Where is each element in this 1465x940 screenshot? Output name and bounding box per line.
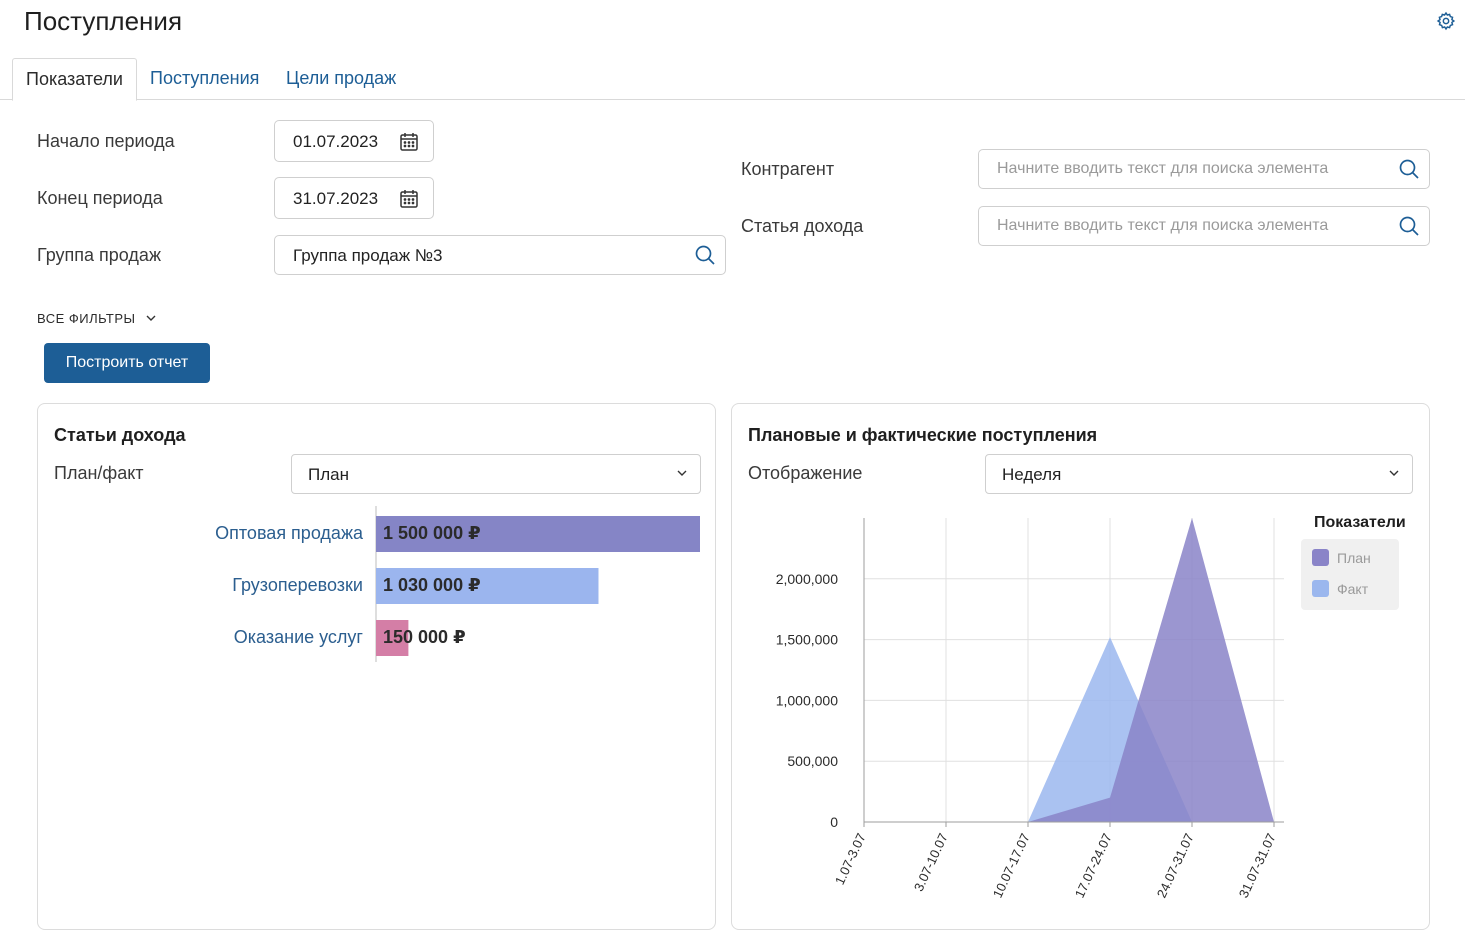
period-end-label: Конец периода — [37, 188, 163, 208]
page-title: Поступления — [24, 6, 183, 36]
x-tick-label: 17.07-24.07 — [1072, 831, 1115, 900]
all-filters-toggle[interactable]: ВСЕ ФИЛЬТРЫ — [37, 311, 156, 326]
bar-category-label: Оказание услуг — [234, 627, 364, 647]
search-icon[interactable] — [693, 243, 717, 267]
gear-icon[interactable] — [1436, 11, 1456, 31]
plan-fact-value: План — [308, 465, 349, 484]
x-tick-label: 31.07-31.07 — [1236, 831, 1279, 900]
bar-value-label: 1 500 000 ₽ — [383, 523, 481, 543]
legend-title: Показатели — [1314, 514, 1406, 531]
income-panel-title: Статьи дохода — [54, 425, 186, 445]
build-report-button[interactable]: Построить отчет — [44, 343, 210, 383]
calendar-icon[interactable] — [397, 130, 421, 154]
search-icon[interactable] — [1397, 157, 1421, 181]
bar-value-label: 1 030 000 ₽ — [383, 575, 481, 595]
x-tick-label: 1.07-3.07 — [832, 831, 869, 887]
period-start-value: 01.07.2023 — [293, 132, 379, 151]
tab-indicators[interactable]: Показатели — [12, 58, 137, 101]
period-end-field[interactable]: 31.07.2023 — [274, 177, 434, 219]
bar-category-label: Грузоперевозки — [232, 575, 363, 595]
display-label: Отображение — [748, 463, 863, 483]
all-filters-label: ВСЕ ФИЛЬТРЫ — [37, 311, 136, 326]
x-tick-label: 24.07-31.07 — [1154, 831, 1197, 900]
calendar-icon[interactable] — [397, 187, 421, 211]
period-start-label: Начало периода — [37, 131, 175, 151]
x-tick-label: 10.07-17.07 — [990, 831, 1033, 900]
x-tick-label: 3.07-10.07 — [911, 831, 951, 894]
search-icon[interactable] — [1397, 214, 1421, 238]
bar-category-label: Оптовая продажа — [215, 523, 364, 543]
legend-label: Факт — [1337, 581, 1369, 597]
y-tick-label: 0 — [830, 814, 838, 830]
income-item-label: Статья дохода — [741, 216, 864, 236]
income-item-field[interactable]: Начните вводить текст для поиска элемент… — [978, 206, 1430, 246]
flow-panel-title: Плановые и фактические поступления — [748, 425, 1098, 445]
sales-group-field[interactable]: Группа продаж №3 — [274, 235, 726, 275]
chevron-down-icon — [1389, 470, 1399, 476]
y-tick-label: 500,000 — [787, 753, 838, 769]
sales-group-label: Группа продаж — [37, 245, 161, 265]
tab-receipts[interactable]: Поступления — [137, 58, 272, 100]
legend-swatch — [1312, 580, 1329, 597]
period-start-field[interactable]: 01.07.2023 — [274, 120, 434, 162]
tab-bar: Показатели Поступления Цели продаж — [0, 58, 1465, 101]
bar-value-label: 150 000 ₽ — [383, 627, 466, 647]
plan-fact-area-chart: 0 500,000 1,000,000 1,500,000 2,000,000 1.07-… — [776, 514, 1406, 900]
counterparty-field[interactable]: Начните вводить текст для поиска элемент… — [978, 149, 1430, 189]
display-value: Неделя — [1002, 465, 1062, 484]
legend-label: План — [1337, 550, 1371, 566]
y-tick-label: 1,500,000 — [776, 632, 838, 648]
chevron-down-icon — [677, 470, 687, 476]
chevron-down-icon — [146, 315, 156, 321]
counterparty-placeholder: Начните вводить текст для поиска элемент… — [997, 160, 1329, 177]
sales-group-value: Группа продаж №3 — [293, 246, 443, 265]
legend-swatch — [1312, 549, 1329, 566]
plan-fact-label: План/факт — [54, 463, 144, 483]
tab-sales-goals[interactable]: Цели продаж — [273, 58, 409, 100]
plan-fact-select[interactable]: План — [291, 454, 701, 494]
counterparty-label: Контрагент — [741, 159, 835, 179]
period-end-value: 31.07.2023 — [293, 189, 379, 208]
y-tick-label: 2,000,000 — [776, 571, 838, 587]
income-bar-chart: Оптовая продажа 1 500 000 ₽ Грузоперевозки… — [215, 506, 700, 662]
y-tick-label: 1,000,000 — [776, 692, 838, 708]
income-item-placeholder: Начните вводить текст для поиска элемент… — [997, 217, 1329, 234]
display-select[interactable]: Неделя — [985, 454, 1413, 494]
